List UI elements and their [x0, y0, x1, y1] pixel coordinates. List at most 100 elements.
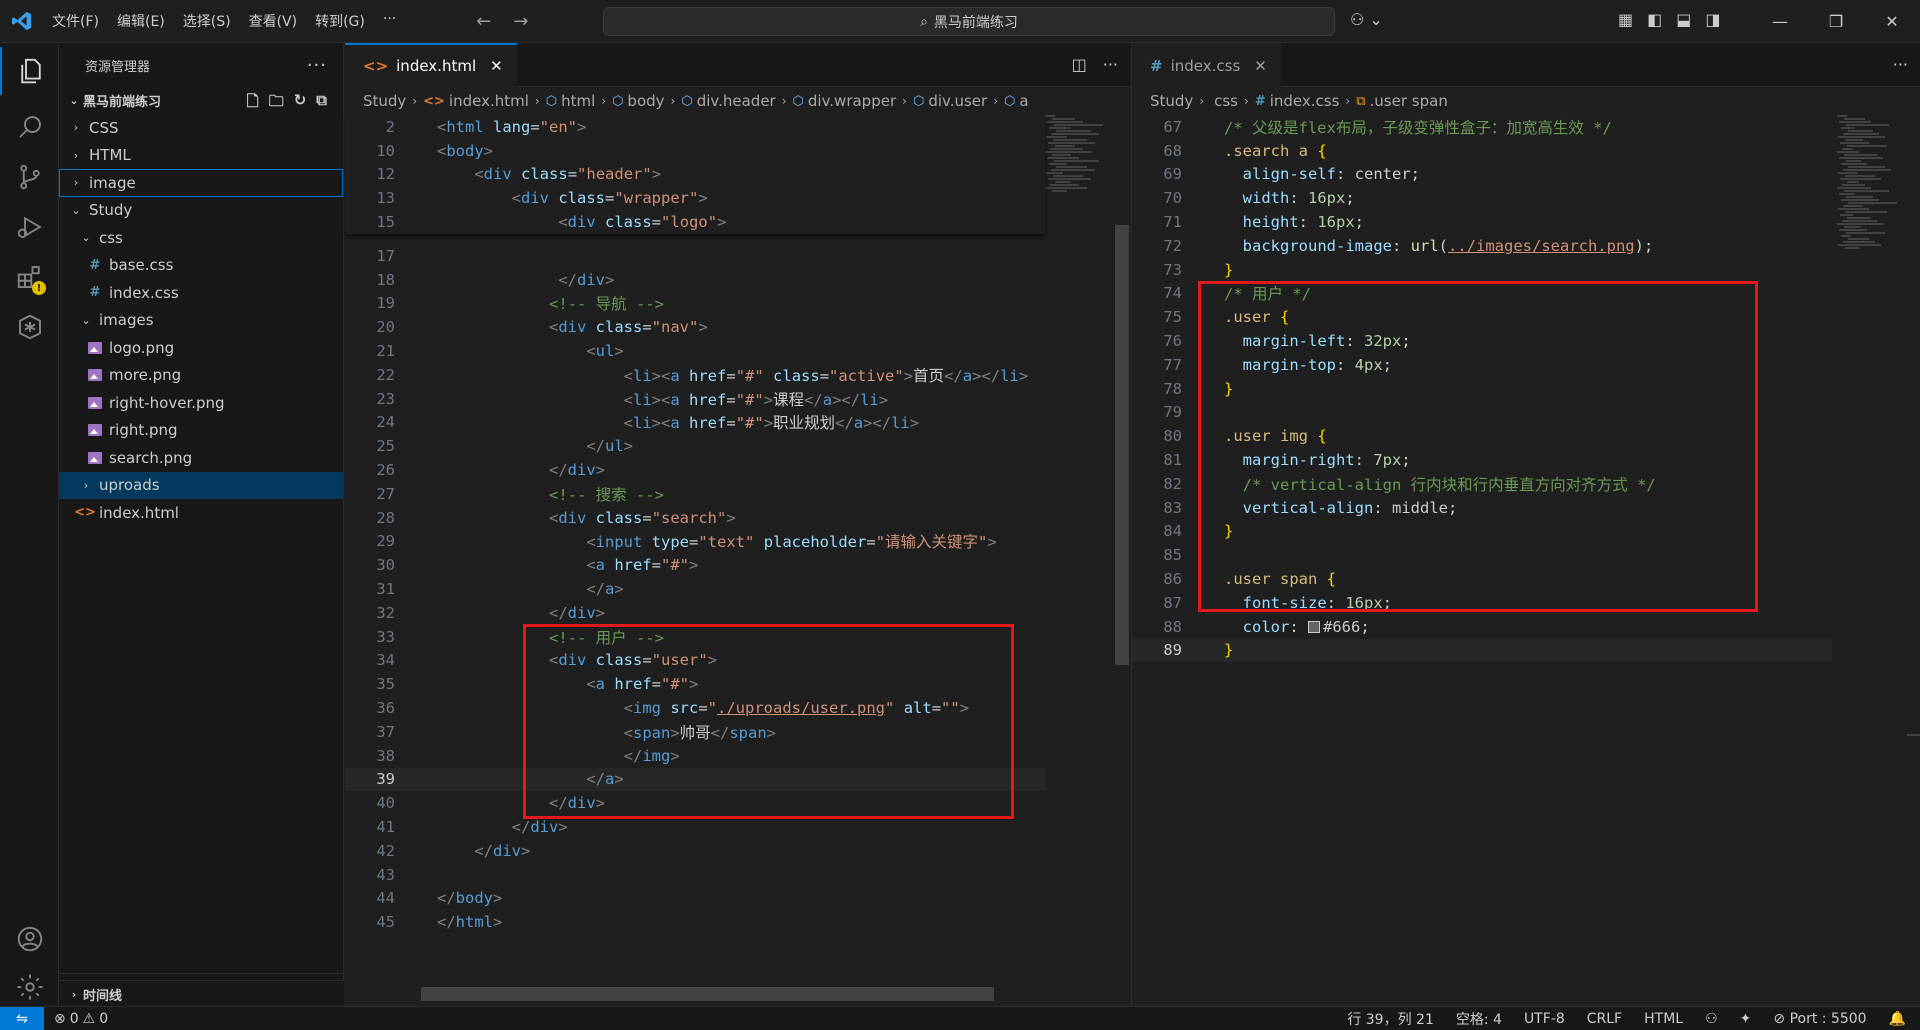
- tree-folder[interactable]: › uproads: [59, 471, 343, 499]
- workspace-root[interactable]: ⌄ 黑马前端练习 🗋 🗀 ↻ ⧉: [59, 87, 343, 114]
- menu-item-3[interactable]: 查看(V): [249, 11, 298, 31]
- tree-folder[interactable]: › CSS: [59, 114, 343, 142]
- code-line[interactable]: 29 <input type="text" placeholder="请输入关键…: [345, 530, 1045, 554]
- menu-item-1[interactable]: 编辑(E): [117, 11, 165, 31]
- code-line[interactable]: 19 <!-- 导航 -->: [345, 292, 1045, 316]
- more-actions-icon[interactable]: ···: [1893, 55, 1908, 74]
- code-line[interactable]: 69 align-self: center;: [1132, 163, 1832, 187]
- code-line[interactable]: 89}: [1132, 638, 1832, 663]
- menu-item-2[interactable]: 选择(S): [183, 11, 231, 31]
- close-window-icon[interactable]: ✕: [1864, 0, 1920, 43]
- extensions-icon[interactable]: !: [0, 253, 59, 301]
- remote-status-icon[interactable]: ✦: [1740, 1011, 1752, 1027]
- minimize-icon[interactable]: —: [1752, 0, 1808, 43]
- code-line[interactable]: 24 <li><a href="#">职业规划</a></li>: [345, 411, 1045, 435]
- code-line[interactable]: 67 /* 父级是flex布局，子级变弹性盒子：加宽高生效 */: [1132, 115, 1832, 139]
- minimap[interactable]: [1837, 115, 1897, 250]
- code-line[interactable]: 21 <ul>: [345, 339, 1045, 363]
- explorer-icon[interactable]: [0, 47, 59, 95]
- minimap[interactable]: [1045, 115, 1105, 193]
- tree-file[interactable]: more.png: [59, 362, 343, 390]
- manage-gear-icon[interactable]: [0, 963, 59, 1011]
- code-line[interactable]: 72 background-image: url(../images/searc…: [1132, 234, 1832, 258]
- code-line[interactable]: 73}: [1132, 258, 1832, 282]
- code-line[interactable]: 13 <div class="wrapper">: [345, 186, 1045, 210]
- code-line[interactable]: 44 </body>: [345, 887, 1045, 911]
- tree-folder[interactable]: ⌄ Study: [59, 197, 343, 225]
- refresh-icon[interactable]: ↻: [294, 91, 307, 116]
- code-line[interactable]: 32 </div>: [345, 601, 1045, 625]
- copilot-icon[interactable]: ⚇ ⌄: [1350, 10, 1383, 29]
- code-line[interactable]: 25 </ul>: [345, 434, 1045, 458]
- code-line[interactable]: 88 color: #666;: [1132, 615, 1832, 639]
- code-line[interactable]: 17: [345, 244, 1045, 268]
- code-line[interactable]: 45 </html>: [345, 910, 1045, 934]
- more-actions-icon[interactable]: ···: [1103, 55, 1118, 74]
- remote-explorer-icon[interactable]: [0, 303, 59, 351]
- tree-file[interactable]: right.png: [59, 417, 343, 445]
- breadcrumb-item[interactable]: css: [1214, 92, 1238, 110]
- menu-item-4[interactable]: 转到(G): [315, 11, 365, 31]
- code-line[interactable]: 22 <li><a href="#" class="active">首页</a>…: [345, 363, 1045, 387]
- breadcrumb-item[interactable]: index.html: [449, 92, 529, 110]
- search-view-icon[interactable]: [0, 103, 59, 151]
- code-line[interactable]: 12 <div class="header">: [345, 163, 1045, 187]
- code-line[interactable]: 15 <div class="logo">: [345, 210, 1045, 234]
- command-center-search[interactable]: ⌕ 黑马前端练习: [603, 7, 1335, 36]
- breadcrumb-item[interactable]: html: [561, 92, 595, 110]
- run-debug-icon[interactable]: [0, 203, 59, 251]
- code-line[interactable]: 43: [345, 863, 1045, 887]
- tree-file[interactable]: <> index.html: [59, 499, 343, 527]
- language-mode[interactable]: HTML: [1644, 1011, 1683, 1027]
- sticky-scroll[interactable]: 2 <html lang="en"> 10 <body> 12 <div class="…: [345, 115, 1045, 234]
- code-line[interactable]: 10 <body>: [345, 139, 1045, 163]
- code-line[interactable]: 26 </div>: [345, 458, 1045, 482]
- code-area[interactable]: 17 18 </div> 19 <!-- 导航 --> 20 <div class="…: [345, 244, 1045, 934]
- code-line[interactable]: 2 <html lang="en">: [345, 115, 1045, 139]
- accounts-icon[interactable]: [0, 915, 59, 963]
- split-editor-icon[interactable]: ◫: [1072, 55, 1087, 74]
- code-line[interactable]: 18 </div>: [345, 268, 1045, 292]
- code-line[interactable]: 71 height: 16px;: [1132, 210, 1832, 234]
- close-icon[interactable]: ✕: [490, 57, 503, 75]
- tree-file[interactable]: logo.png: [59, 334, 343, 362]
- remote-indicator-icon[interactable]: ⇋: [0, 1006, 44, 1030]
- tree-file[interactable]: # base.css: [59, 252, 343, 280]
- code-line[interactable]: 42 </div>: [345, 839, 1045, 863]
- forward-arrow-icon[interactable]: →: [513, 11, 528, 32]
- tree-folder[interactable]: › image: [59, 169, 343, 197]
- cursor-position[interactable]: 行 39，列 21: [1347, 1009, 1434, 1029]
- code-line[interactable]: 28 <div class="search">: [345, 506, 1045, 530]
- toggle-secondary-sidebar-icon[interactable]: ◨: [1705, 10, 1720, 29]
- code-line[interactable]: 23 <li><a href="#">课程</a></li>: [345, 387, 1045, 411]
- new-file-icon[interactable]: 🗋: [247, 91, 259, 116]
- tree-folder[interactable]: ⌄ css: [59, 224, 343, 252]
- tab-index-css[interactable]: # index.css ✕: [1132, 43, 1281, 87]
- breadcrumb-item[interactable]: Study: [363, 92, 406, 110]
- breadcrumb-item[interactable]: Study: [1150, 92, 1193, 110]
- tree-folder[interactable]: ⌄ images: [59, 307, 343, 335]
- breadcrumb-item[interactable]: div.header: [697, 92, 776, 110]
- breadcrumb-item[interactable]: .user span: [1370, 92, 1448, 110]
- vertical-scrollbar[interactable]: [1907, 734, 1920, 736]
- close-icon[interactable]: ✕: [1254, 57, 1267, 75]
- code-line[interactable]: 70 width: 16px;: [1132, 186, 1832, 210]
- customize-layout-icon[interactable]: ▦: [1618, 10, 1633, 29]
- source-control-icon[interactable]: [0, 153, 59, 201]
- menu-item-0[interactable]: 文件(F): [52, 11, 99, 31]
- toggle-primary-sidebar-icon[interactable]: ◧: [1647, 10, 1662, 29]
- collapse-all-icon[interactable]: ⧉: [316, 91, 327, 116]
- breadcrumb-item[interactable]: div.wrapper: [808, 92, 896, 110]
- tree-folder[interactable]: › HTML: [59, 142, 343, 170]
- tab-index-html[interactable]: <> index.html ✕: [345, 43, 517, 87]
- live-server-port[interactable]: ⊘ Port : 5500: [1773, 1011, 1866, 1027]
- breadcrumb-item[interactable]: a: [1019, 92, 1028, 110]
- new-folder-icon[interactable]: 🗀: [269, 91, 284, 116]
- more-actions-icon[interactable]: ···: [307, 55, 327, 76]
- end-of-line[interactable]: CRLF: [1587, 1011, 1622, 1027]
- timeline-section[interactable]: › 时间线: [59, 980, 344, 1007]
- problems-indicator[interactable]: ⊗ 0 ⚠ 0: [54, 1011, 108, 1027]
- breadcrumb-item[interactable]: div.user: [928, 92, 987, 110]
- toggle-panel-icon[interactable]: ⬓: [1676, 10, 1691, 29]
- back-arrow-icon[interactable]: ←: [476, 11, 491, 32]
